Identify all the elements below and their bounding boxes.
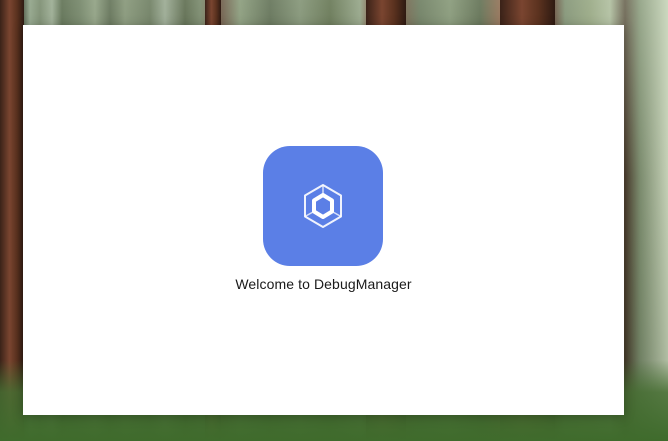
- cube-hexagon-icon: [304, 184, 342, 228]
- welcome-title: Welcome to DebugManager: [235, 276, 412, 292]
- app-icon: [263, 146, 383, 266]
- welcome-window: Welcome to DebugManager: [23, 25, 624, 415]
